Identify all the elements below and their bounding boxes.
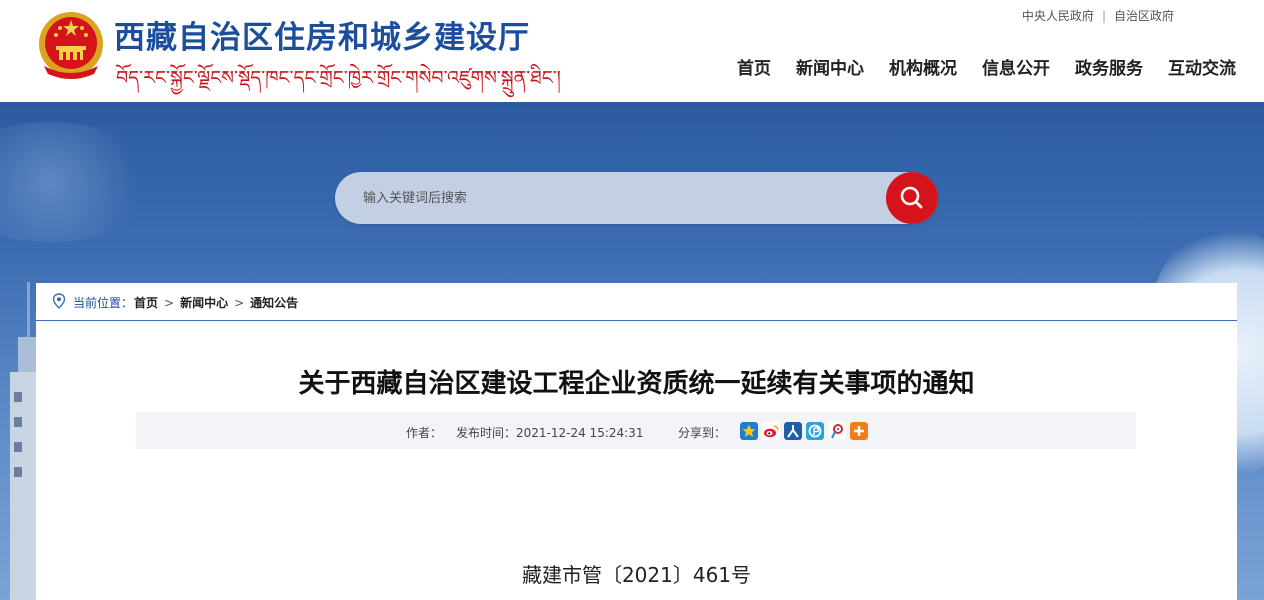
search-icon <box>900 186 923 209</box>
breadcrumb-path: 首页 > 新闻中心 > 通知公告 <box>134 294 298 311</box>
article-meta: 作者： 发布时间：2021-12-24 15:24:31 分享到： <box>136 412 1136 449</box>
breadcrumb-item-home[interactable]: 首页 <box>134 296 158 310</box>
weibo-icon[interactable] <box>762 422 780 440</box>
chevron-right-icon: > <box>164 296 175 310</box>
search-button[interactable] <box>886 172 938 224</box>
location-pin-icon <box>52 293 66 309</box>
chevron-right-icon: > <box>234 296 245 310</box>
site-header: 西藏自治区住房和城乡建设厅 བོད་རང་སྐྱོང་ལྗོངས་སྡོད་ཁང… <box>0 0 1264 102</box>
top-link-central-gov[interactable]: 中央人民政府 <box>1022 9 1094 23</box>
qzone-icon[interactable] <box>740 422 758 440</box>
nav-item-news[interactable]: 新闻中心 <box>796 54 864 79</box>
tencent-weibo-icon[interactable] <box>828 422 846 440</box>
author-label: 作者： <box>406 426 443 440</box>
more-icon[interactable] <box>850 422 868 440</box>
nav-item-gov-services[interactable]: 政务服务 <box>1075 54 1143 79</box>
banner-building-image <box>10 282 40 600</box>
renren-icon[interactable] <box>784 422 802 440</box>
nav-item-interaction[interactable]: 互动交流 <box>1168 54 1236 79</box>
nav-item-info-disclosure[interactable]: 信息公开 <box>982 54 1050 79</box>
top-links: 中央人民政府 | 自治区政府 <box>1021 9 1174 23</box>
publish-time: 发布时间：2021-12-24 15:24:31 <box>456 426 644 440</box>
nav-item-organization[interactable]: 机构概况 <box>889 54 957 79</box>
search-box <box>335 172 938 224</box>
share-icons <box>740 422 868 440</box>
national-emblem-icon <box>39 12 103 79</box>
breadcrumb-item-notices[interactable]: 通知公告 <box>250 296 298 310</box>
site-title[interactable]: 西藏自治区住房和城乡建设厅 <box>114 12 530 57</box>
breadcrumb: 当前位置： 首页 > 新闻中心 > 通知公告 <box>36 283 1237 321</box>
article-title: 关于西藏自治区建设工程企业资质统一延续有关事项的通知 <box>298 369 975 399</box>
breadcrumb-label: 当前位置： <box>73 296 134 310</box>
article-panel: 当前位置： 首页 > 新闻中心 > 通知公告 关于西藏自治区建设工程企业资质统一延续有关… <box>36 283 1237 600</box>
nav-item-home[interactable]: 首页 <box>737 54 771 79</box>
top-link-regional-gov[interactable]: 自治区政府 <box>1114 9 1174 23</box>
pengyou-icon[interactable] <box>806 422 824 440</box>
banner-cloud <box>0 122 160 242</box>
breadcrumb-item-news[interactable]: 新闻中心 <box>180 296 228 310</box>
document-number: 藏建市管〔2021〕461号 <box>521 563 752 587</box>
main-nav: 首页 新闻中心 机构概况 信息公开 政务服务 互动交流 <box>712 54 1236 79</box>
search-input[interactable] <box>335 172 875 224</box>
share-label: 分享到： <box>678 426 727 440</box>
